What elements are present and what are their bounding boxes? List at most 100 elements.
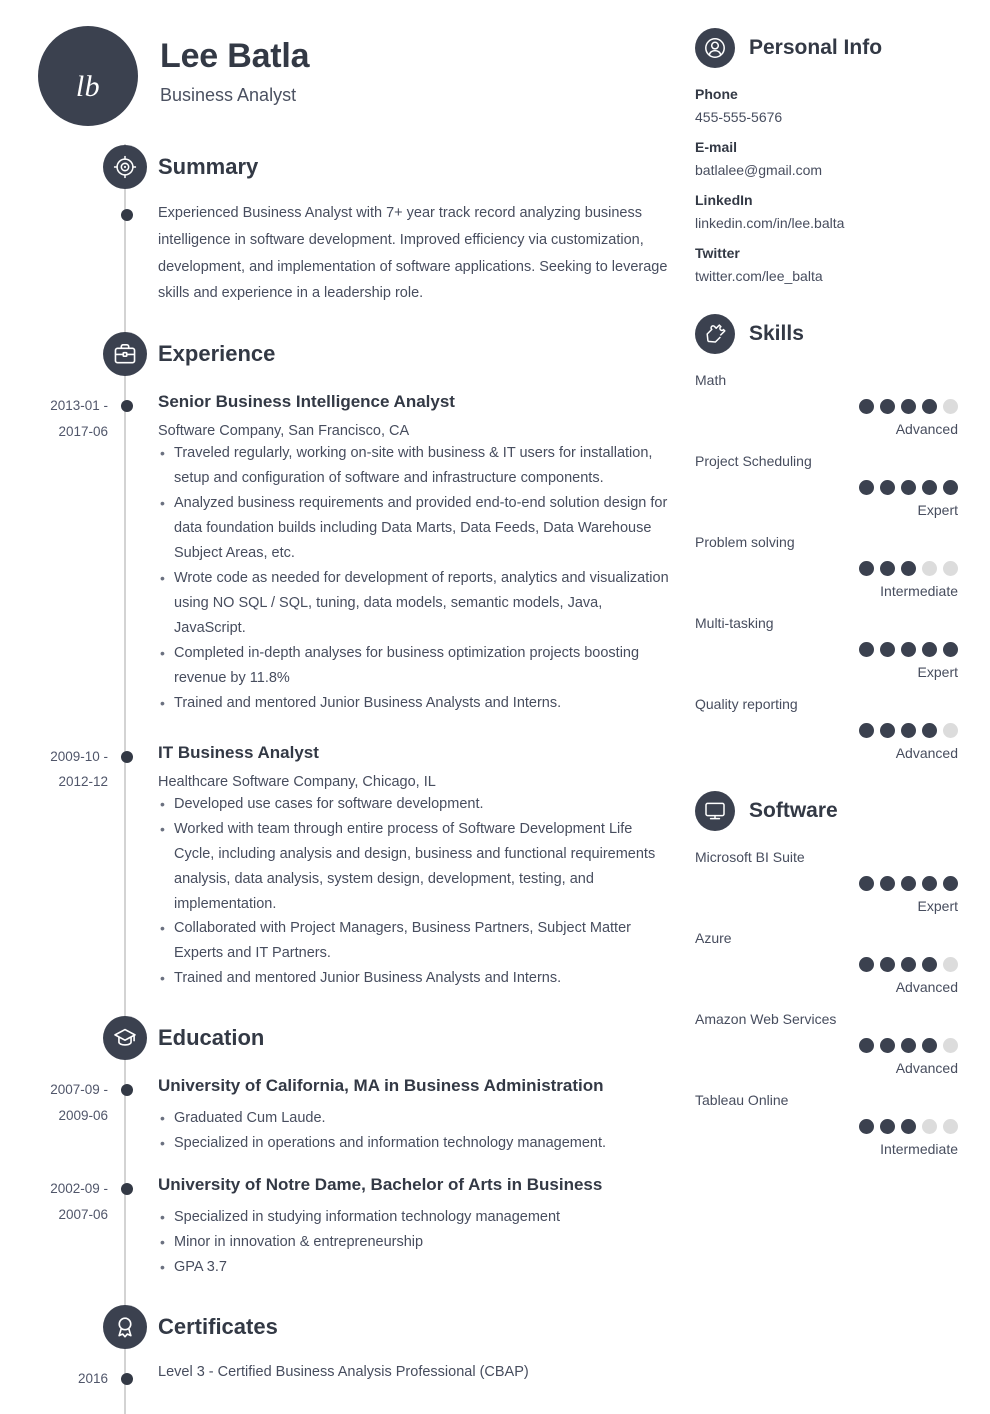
rating-label: Tableau Online — [695, 1092, 789, 1108]
rating-level: Advanced — [895, 421, 958, 437]
date-to: 2007-06 — [58, 1206, 108, 1222]
resume-header: lb Lee Batla Business Analyst — [0, 0, 690, 126]
rating-dot-empty — [943, 399, 958, 414]
person-icon — [695, 28, 735, 68]
info-value-phone: 455-555-5676 — [695, 109, 783, 125]
info-label: E-mail — [695, 139, 738, 155]
rating-dot-filled — [901, 561, 916, 576]
timeline-dot-wrap — [108, 391, 158, 715]
rating-dot-filled — [880, 480, 895, 495]
section-title: Education — [158, 1025, 265, 1051]
timeline-dot — [121, 1373, 133, 1386]
rating-label: Quality reporting — [695, 696, 798, 712]
timeline-dot — [121, 400, 133, 413]
sidebar-header-software: Software — [695, 791, 962, 831]
avatar-monogram: lb — [75, 70, 101, 103]
rating-dot-filled — [880, 876, 895, 891]
rating-label: Azure — [695, 930, 732, 946]
info-value-twitter[interactable]: twitter.com/lee_balta — [695, 268, 962, 284]
rating-dot-filled — [901, 480, 916, 495]
rating-dot-filled — [943, 480, 958, 495]
entry-dates: 2009-10 - 2012-12 — [0, 742, 108, 992]
rating-dot-filled — [880, 1119, 895, 1134]
sidebar-section-title: Personal Info — [749, 36, 883, 59]
rating-dot-filled — [880, 1038, 895, 1053]
info-value-linkedin[interactable]: linkedin.com/in/lee.balta — [695, 215, 962, 231]
rating-dot-empty — [943, 1038, 958, 1053]
rating-dot-filled — [922, 642, 937, 657]
date-from: 2002-09 - — [50, 1181, 108, 1197]
summary-entry: Experienced Business Analyst with 7+ yea… — [0, 200, 690, 307]
list-item: Minor in innovation & entrepreneurship — [158, 1230, 674, 1255]
entry-subtitle: Healthcare Software Company, Chicago, IL — [158, 773, 436, 790]
entry-points: Traveled regularly, working on-site with… — [158, 441, 674, 715]
avatar: lb — [38, 26, 138, 126]
rating-dot-filled — [859, 723, 874, 738]
date-to: 2012-12 — [58, 774, 108, 790]
rating-label: Microsoft BI Suite — [695, 849, 805, 865]
timeline-dot — [121, 1084, 133, 1097]
list-item: Trained and mentored Junior Business Ana… — [158, 691, 674, 716]
entry-body: Senior Business Intelligence Analyst Sof… — [158, 391, 690, 715]
timeline-dot-wrap — [108, 1364, 158, 1392]
rating-dot-empty — [943, 1119, 958, 1134]
rating-dots — [695, 723, 962, 738]
section-header-experience: Experience — [0, 331, 690, 377]
software-list: Microsoft BI Suite Expert Azure Advanced Ama… — [695, 849, 962, 1157]
rating-item: Quality reporting Advanced — [695, 696, 962, 761]
rating-dot-empty — [922, 561, 937, 576]
rating-level: Intermediate — [880, 1141, 958, 1157]
entry-dates: 2016 — [0, 1364, 108, 1392]
resume-page: lb Lee Batla Business Analyst Summary Ex… — [0, 0, 990, 1414]
entry-body: Level 3 - Certified Business Analysis Pr… — [158, 1364, 690, 1392]
list-item: Trained and mentored Junior Business Ana… — [158, 966, 674, 991]
sidebar-section-title: Software — [749, 799, 838, 822]
rating-item: Problem solving Intermediate — [695, 534, 962, 599]
list-item: Wrote code as needed for development of … — [158, 566, 674, 641]
timeline-dot-wrap — [108, 1174, 158, 1280]
rating-dot-filled — [901, 957, 916, 972]
timeline-dot — [121, 209, 133, 221]
timeline-dot — [121, 1183, 133, 1196]
info-label: Phone — [695, 86, 738, 102]
entry-title: IT Business Analyst — [158, 742, 319, 762]
rating-dot-filled — [922, 399, 937, 414]
rating-dot-filled — [859, 1038, 874, 1053]
rating-dot-filled — [901, 642, 916, 657]
rating-dot-filled — [901, 1038, 916, 1053]
summary-text: Experienced Business Analyst with 7+ yea… — [158, 205, 668, 302]
rating-item: Azure Advanced — [695, 930, 962, 995]
rating-dots — [695, 957, 962, 972]
sidebar-header-skills: Skills — [695, 314, 962, 354]
info-value-email[interactable]: batlalee@gmail.com — [695, 162, 962, 178]
list-item: Completed in-depth analyses for business… — [158, 641, 674, 691]
info-label: LinkedIn — [695, 192, 753, 208]
rating-label: Multi-tasking — [695, 615, 774, 631]
rating-dots — [695, 1038, 962, 1053]
rating-dot-filled — [943, 642, 958, 657]
rating-dots — [695, 1119, 962, 1134]
main-column: lb Lee Batla Business Analyst Summary Ex… — [0, 0, 690, 1414]
info-label: Twitter — [695, 245, 740, 261]
sidebar-header-personal-info: Personal Info — [695, 28, 962, 68]
rating-level: Advanced — [895, 979, 958, 995]
rating-dot-filled — [880, 957, 895, 972]
entry-points: Graduated Cum Laude. Specialized in oper… — [158, 1106, 674, 1156]
rating-dots — [695, 642, 962, 657]
sidebar-section-title: Skills — [749, 322, 804, 345]
puzzle-icon — [695, 314, 735, 354]
rating-dot-filled — [943, 876, 958, 891]
summary-dates — [0, 200, 108, 307]
entry-title: University of California, MA in Business… — [158, 1076, 604, 1096]
entry-dates: 2002-09 - 2007-06 — [0, 1174, 108, 1280]
entry-body: IT Business Analyst Healthcare Software … — [158, 742, 690, 992]
rating-label: Project Scheduling — [695, 453, 812, 469]
rating-dot-filled — [901, 399, 916, 414]
rating-dots — [695, 480, 962, 495]
rating-label: Amazon Web Services — [695, 1011, 837, 1027]
section-header-summary: Summary — [0, 144, 690, 190]
rating-label: Math — [695, 372, 727, 388]
date-from: 2009-10 - — [50, 748, 108, 764]
rating-dot-filled — [859, 480, 874, 495]
timeline: Summary Experienced Business Analyst wit… — [0, 144, 690, 1414]
